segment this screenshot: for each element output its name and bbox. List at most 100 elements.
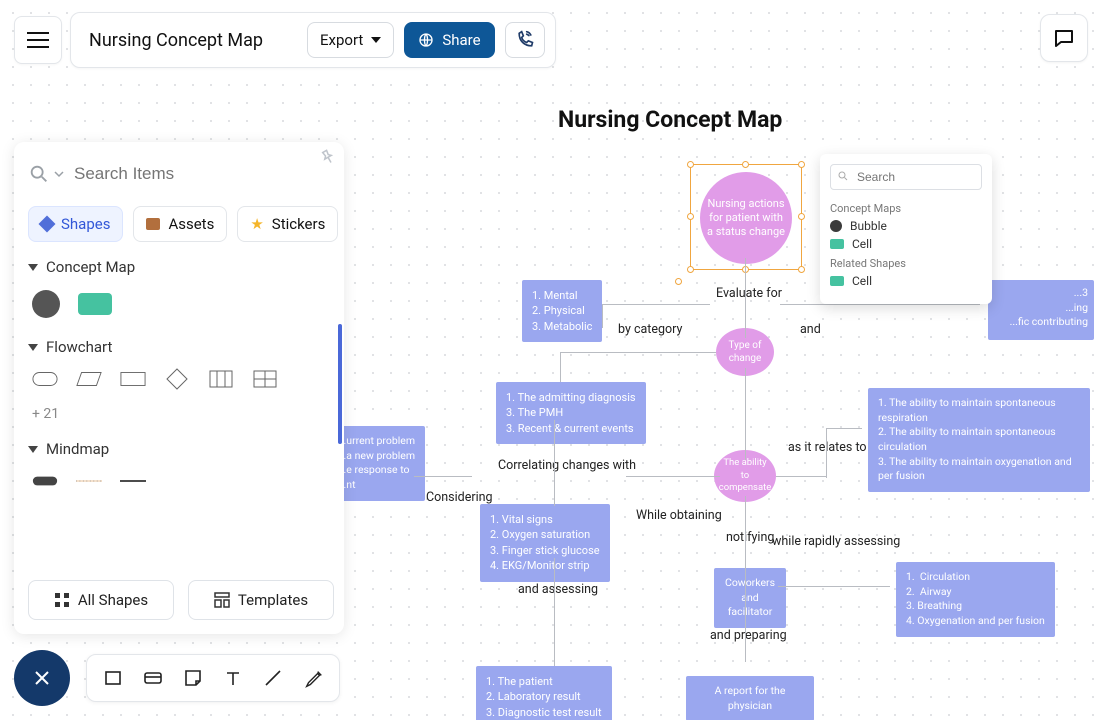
popup-item-cell-2[interactable]: Cell: [830, 274, 982, 288]
box-resp[interactable]: 1. The ability to maintain spontaneous r…: [868, 388, 1090, 492]
document-title[interactable]: Nursing Concept Map: [89, 30, 263, 51]
templates-icon: [214, 592, 230, 608]
globe-icon: [418, 32, 434, 48]
connector: [780, 304, 980, 305]
shape-mindmap-3[interactable]: [120, 472, 146, 490]
call-button[interactable]: [505, 22, 545, 58]
shape-search-popup: Concept Maps Bubble Cell Related Shapes …: [820, 154, 992, 304]
tool-text[interactable]: [223, 668, 243, 688]
label-andprep: and preparing: [710, 628, 787, 643]
section-concept-map[interactable]: Concept Map: [28, 258, 334, 276]
shape-table-1[interactable]: [208, 370, 234, 388]
shape-cell[interactable]: [78, 293, 112, 315]
connector: [554, 558, 555, 666]
scrollbar-thumb[interactable]: [338, 324, 342, 444]
shape-mindmap-2[interactable]: [76, 472, 102, 490]
shapes-icon: [39, 216, 56, 233]
shape-bubble[interactable]: [32, 290, 60, 318]
export-button[interactable]: Export: [307, 22, 394, 58]
tab-stickers[interactable]: ★Stickers: [237, 206, 338, 242]
connector: [560, 352, 716, 353]
caret-down-icon: [371, 37, 381, 43]
label-andassess: and assessing: [518, 582, 598, 597]
label-correlating: Correlating changes with: [498, 458, 636, 473]
box-circ[interactable]: 1. Circulation 2. Airway 3. Breathing 4.…: [896, 562, 1055, 637]
label-rapidly: while rapidly assessing: [772, 534, 900, 549]
connector: [826, 428, 827, 478]
popup-group-2: Related Shapes: [830, 257, 982, 270]
popup-item-cell-1[interactable]: Cell: [830, 237, 982, 251]
shapes-library-panel: Shapes Assets ★Stickers Concept Map Flow…: [14, 142, 344, 634]
connector: [414, 476, 472, 477]
close-panel-fab[interactable]: [14, 650, 70, 706]
cell-icon: [830, 276, 844, 286]
shape-parallelogram[interactable]: [76, 370, 102, 388]
box-correlating[interactable]: 1. The admitting diagnosis 3. The PMH 3.…: [496, 382, 646, 444]
shape-rectangle[interactable]: [120, 370, 146, 388]
bubble-icon: [830, 220, 842, 232]
shape-diamond[interactable]: [164, 370, 190, 388]
tool-highlighter[interactable]: [303, 668, 323, 688]
search-icon: [837, 170, 849, 182]
diagram-title: Nursing Concept Map: [558, 106, 782, 133]
section-flowchart[interactable]: Flowchart: [28, 338, 334, 356]
menu-button[interactable]: [14, 16, 62, 64]
connector: [826, 428, 862, 429]
more-shapes-count[interactable]: + 21: [32, 406, 334, 422]
label-bycat: by category: [618, 322, 682, 337]
selection-frame[interactable]: [690, 164, 802, 270]
close-icon: [32, 668, 52, 688]
triangle-down-icon: [28, 344, 38, 351]
tool-line[interactable]: [263, 668, 283, 688]
tool-sticky-note[interactable]: [183, 668, 203, 688]
popup-item-bubble[interactable]: Bubble: [830, 219, 982, 233]
label-evaluate: Evaluate for: [716, 286, 782, 301]
label-and: and: [800, 322, 821, 337]
tab-assets[interactable]: Assets: [133, 206, 227, 242]
connector: [560, 352, 561, 382]
box-left-edge[interactable]: ...urrent problem ...a new problem ...e …: [336, 426, 425, 501]
label-asrelates: as it relates to: [788, 440, 867, 455]
library-search: [28, 156, 334, 192]
share-label: Share: [442, 31, 480, 49]
comments-button[interactable]: [1040, 14, 1088, 62]
dropdown-caret-icon: [54, 169, 64, 179]
shape-table-2[interactable]: [252, 370, 278, 388]
share-button[interactable]: Share: [404, 22, 494, 58]
phone-icon: [515, 30, 535, 50]
shape-terminator[interactable]: [32, 370, 58, 388]
connector: [554, 420, 555, 506]
box-patient[interactable]: 1. The patient 2. Laboratory result 3. D…: [476, 666, 612, 720]
connector: [602, 304, 710, 305]
box-vitals[interactable]: 1. Vital signs 2. Oxygen saturation 3. F…: [480, 504, 610, 582]
box-categories[interactable]: 1. Mental 2. Physical 3. Metabolic: [522, 280, 602, 342]
all-shapes-button[interactable]: All Shapes: [28, 580, 174, 620]
tool-rectangle[interactable]: [103, 668, 123, 688]
tool-card[interactable]: [143, 668, 163, 688]
title-bar: Nursing Concept Map Export Share: [70, 12, 556, 68]
section-mindmap[interactable]: Mindmap: [28, 440, 334, 458]
popup-search-input[interactable]: [830, 164, 982, 190]
connector: [745, 368, 746, 460]
node-report[interactable]: A report for the physician: [686, 676, 814, 720]
box-right-peek[interactable]: ...3 ...ing ...fic contributing: [988, 280, 1094, 340]
triangle-down-icon: [28, 446, 38, 453]
assets-icon: [146, 218, 160, 230]
label-whileobt: While obtaining: [636, 508, 722, 523]
cell-icon: [830, 239, 844, 249]
chat-bubble-icon: [1052, 26, 1076, 50]
connector: [776, 476, 826, 477]
grid-icon: [54, 592, 70, 608]
node-coworkers[interactable]: Coworkers and facilitator: [714, 568, 786, 628]
star-icon: ★: [250, 215, 263, 233]
search-icon: [28, 163, 50, 185]
library-search-input[interactable]: [74, 156, 334, 192]
label-considering: Considering: [426, 490, 493, 505]
tab-shapes[interactable]: Shapes: [28, 206, 123, 242]
shape-mindmap-1[interactable]: [32, 472, 58, 490]
connector: [626, 476, 720, 477]
popup-group-1: Concept Maps: [830, 202, 982, 215]
export-label: Export: [320, 31, 363, 49]
templates-button[interactable]: Templates: [188, 580, 334, 620]
connector: [778, 586, 890, 587]
